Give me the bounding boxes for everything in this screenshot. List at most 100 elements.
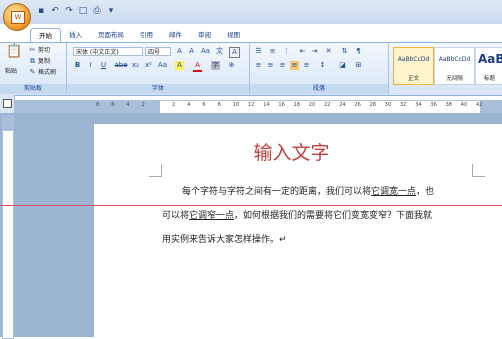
ruler-tick-label: 30 (384, 102, 392, 108)
style-normal-name: 正文 (407, 76, 419, 82)
shading-icon[interactable]: ◪ (338, 61, 347, 70)
ruler-tick-label: 4 (187, 102, 191, 108)
copy-icon[interactable]: ⧉ (28, 57, 37, 66)
text-line-2: 可以将它调窄一点，如何根据我们的需要将它们变宽变窄？下面我就 (162, 211, 433, 221)
font-color-icon[interactable]: A (193, 61, 202, 72)
document-title: 输入文字 (253, 142, 330, 164)
grow-font-icon[interactable]: A (175, 47, 184, 56)
format-painter-icon[interactable]: ✎ (28, 68, 37, 77)
ruler-tick-label: 34 (415, 102, 422, 108)
italic-icon[interactable]: I (86, 61, 95, 70)
paste-icon[interactable]: 📋 (6, 45, 22, 63)
ruler-tick-label: 42 (476, 102, 483, 108)
clear-format-icon[interactable]: Aa (201, 47, 210, 56)
justify-icon[interactable]: ≡ (290, 61, 299, 70)
clipboard-group-label: 剪贴板 (0, 84, 66, 94)
text-line-3: 用实例来告诉大家怎样操作。↵ (162, 235, 287, 245)
font-group-label: 字体 (67, 84, 249, 94)
show-marks-icon[interactable]: ¶ (354, 47, 363, 56)
ruler-tick-label: 4 (126, 102, 130, 108)
style-normal[interactable]: AaBbCcDd 正文 (393, 47, 434, 85)
new-icon[interactable]: □ (78, 6, 88, 16)
tab-selector[interactable] (0, 95, 15, 113)
ruler-tick-label: 40 (460, 102, 468, 108)
ruler-tick-label: 20 (308, 102, 316, 108)
format-painter-button[interactable]: 格式刷 (38, 68, 56, 77)
decrease-indent-icon[interactable]: ⇤ (298, 47, 307, 56)
tab-home[interactable]: 开始 (30, 28, 61, 43)
line-spacing-icon[interactable]: ↕ (318, 61, 327, 70)
shrink-font-icon[interactable]: A (187, 47, 196, 56)
bold-icon[interactable]: B (73, 61, 82, 70)
ruler-tick-label: 6 (202, 102, 206, 108)
horizontal-ruler[interactable]: 8 6 4 2 2 4 6 8 10 12 14 16 18 20 22 24 26 28 30 32 34 36 38 40… (14, 100, 502, 114)
phonetic-guide-icon[interactable]: 文 (215, 47, 224, 56)
ruler-tick-label: 18 (293, 102, 300, 108)
ruler-tick-label: 38 (445, 102, 452, 108)
margin-corner-top-left (149, 164, 162, 177)
paste-button[interactable]: 粘贴 (5, 67, 17, 76)
chinese-layout-icon[interactable]: ✕ (324, 47, 333, 56)
font-group: 宋体 (中文正文) 四号 A A Aa 文 A B I U abe x₂ x² … (67, 43, 250, 94)
subscript-icon[interactable]: x₂ (131, 61, 140, 70)
tab-page-layout[interactable]: 页面布局 (90, 28, 132, 42)
char-border-icon[interactable]: A (229, 47, 240, 58)
save-icon[interactable]: ▪ (36, 6, 46, 16)
red-guide-line (0, 205, 502, 206)
ribbon-tabs: 开始 插入 页面布局 引用 邮件 审阅 视图 (30, 28, 248, 43)
ruler-tick-label: 2 (172, 102, 176, 108)
ruler-tick-label: 26 (354, 102, 361, 108)
margin-corner-top-right (472, 164, 485, 177)
ruler-tick-label: 36 (430, 102, 437, 108)
change-case-icon[interactable]: Aa (158, 61, 167, 70)
ruler-tick-label: 32 (400, 102, 407, 108)
style-no-spacing[interactable]: AaBbCcDd 无间隔 (434, 47, 475, 85)
multilevel-list-icon[interactable]: ⋮ (282, 47, 291, 56)
align-center-icon[interactable]: ≡ (266, 61, 275, 70)
tab-view[interactable]: 视图 (219, 28, 248, 42)
cut-icon[interactable]: ✂ (28, 46, 37, 55)
font-size-combo[interactable]: 四号 (145, 47, 171, 56)
print-icon[interactable]: ⎙ (92, 6, 102, 16)
borders-icon[interactable]: ⊞ (354, 61, 363, 70)
tab-references[interactable]: 引用 (132, 28, 161, 42)
sort-icon[interactable]: ⇅ (340, 47, 349, 56)
customize-icon[interactable]: ▾ (106, 6, 116, 16)
left-margin-shade (14, 101, 160, 113)
tab-insert[interactable]: 插入 (61, 28, 90, 42)
style-no-spacing-sample: AaBbCcDd (438, 56, 471, 63)
style-heading-sample: AaB (478, 52, 502, 66)
tab-review[interactable]: 审阅 (190, 28, 219, 42)
underline-icon[interactable]: U (99, 61, 108, 70)
style-heading[interactable]: AaB 标题 (475, 47, 502, 85)
superscript-icon[interactable]: x² (144, 61, 153, 70)
undo-icon[interactable]: ↶ (50, 6, 60, 16)
ruler-tick-label: 28 (369, 102, 376, 108)
align-left-icon[interactable]: ≡ (254, 61, 263, 70)
office-button[interactable]: W (3, 3, 31, 31)
ribbon: 📋 粘贴 ✂ 剪切 ⧉ 复制 ✎ 格式刷 剪贴板 宋体 (中文正文) 四号 A … (0, 42, 502, 96)
copy-button[interactable]: 复制 (38, 57, 50, 66)
ruler-tick-label: 8 (217, 102, 221, 108)
align-right-icon[interactable]: ≡ (278, 61, 287, 70)
ruler-tick-label: 10 (232, 102, 240, 108)
distribute-icon[interactable]: ≡ (302, 61, 311, 70)
redo-icon[interactable]: ↷ (64, 6, 74, 16)
bullets-icon[interactable]: ☰ (254, 47, 263, 56)
enclose-char-icon[interactable]: ⊕ (227, 61, 236, 70)
highlight-icon[interactable]: A (175, 61, 184, 70)
font-name-combo[interactable]: 宋体 (中文正文) (73, 47, 143, 56)
increase-indent-icon[interactable]: ⇥ (310, 47, 319, 56)
document-page[interactable]: 输入文字 每个字符与字符之间有一定的距离，我们可以将它调宽一点，也 可以将它调窄… (94, 124, 502, 337)
right-margin-shade (480, 101, 502, 113)
quick-access-toolbar: ▪ ↶ ↷ □ ⎙ ▾ (32, 4, 116, 18)
char-shading-icon[interactable]: 字 (211, 61, 220, 70)
vertical-ruler[interactable] (2, 115, 14, 339)
style-normal-sample: AaBbCcDd (397, 56, 430, 63)
strikethrough-icon[interactable]: abe (114, 61, 128, 70)
office-logo-icon: W (11, 11, 25, 24)
cut-button[interactable]: 剪切 (38, 46, 50, 55)
numbering-icon[interactable]: ≡ (268, 47, 277, 56)
tab-mailings[interactable]: 邮件 (161, 28, 190, 42)
ruler-tick-label: 16 (278, 102, 285, 108)
